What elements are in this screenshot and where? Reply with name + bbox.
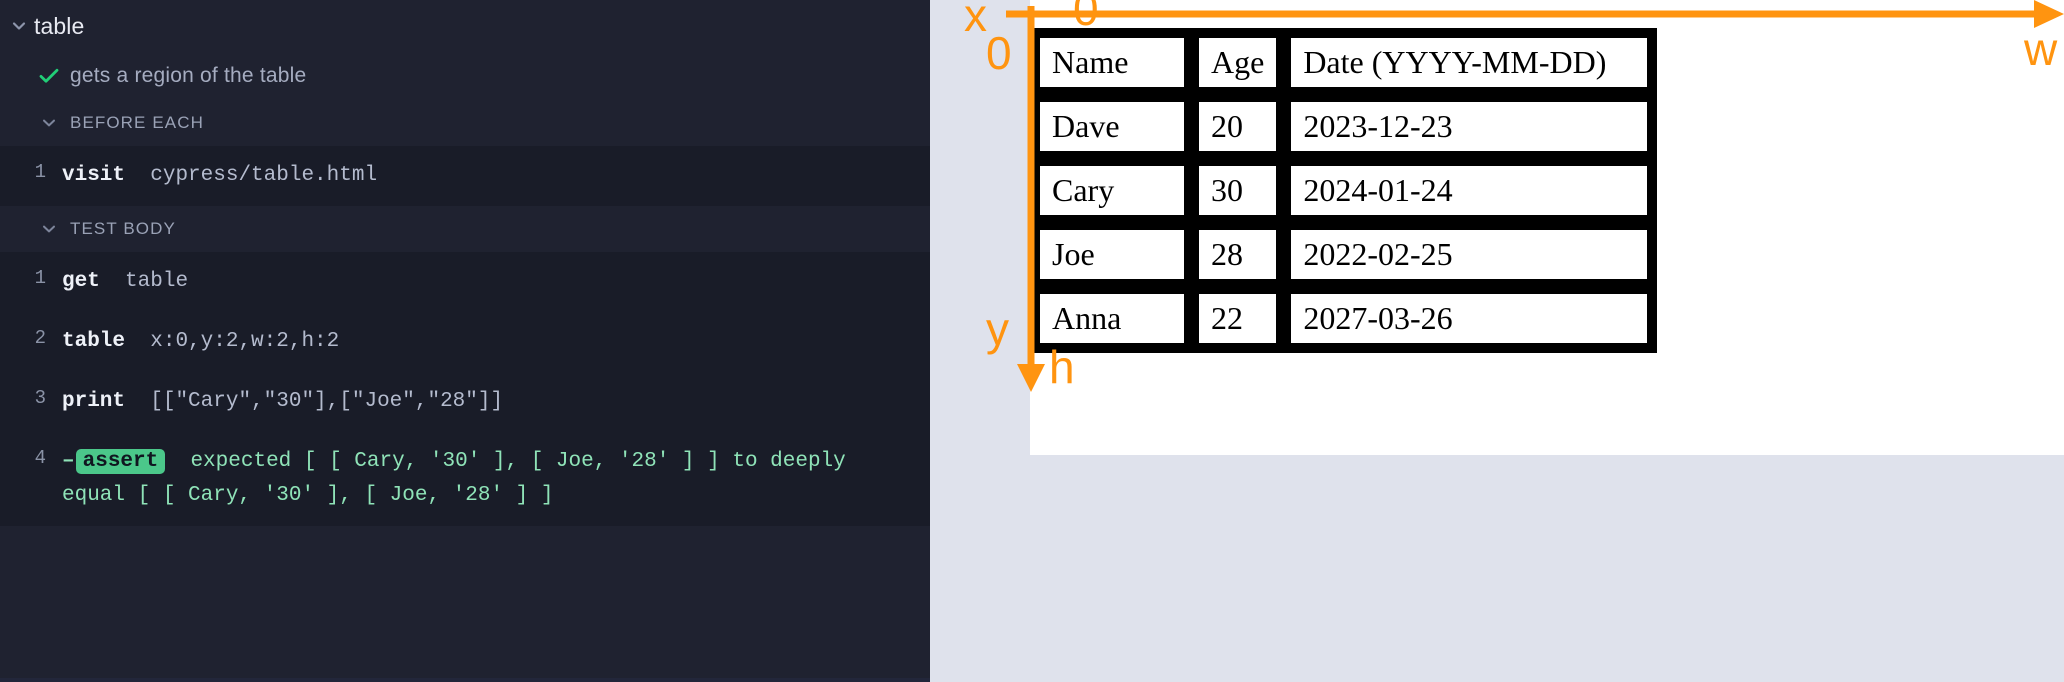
- table-header-row: Name Age Date (YYYY-MM-DD): [1035, 33, 1653, 92]
- command-row[interactable]: 3 print [["Cary","30"],["Joe","28"]]: [0, 372, 930, 432]
- command-args: cypress/table.html: [150, 164, 378, 187]
- command-name: table: [62, 330, 126, 353]
- hook-label: TEST BODY: [70, 219, 176, 238]
- command-row[interactable]: 1 visit cypress/table.html: [0, 146, 930, 206]
- x-origin-label: 0: [986, 27, 1012, 79]
- table-row: Joe 28 2022-02-25: [1035, 225, 1653, 284]
- x-axis-label: x: [964, 0, 987, 41]
- command-args: [["Cary","30"],["Joe","28"]]: [150, 390, 504, 413]
- command-name: get: [62, 270, 100, 293]
- table-header-cell: Age: [1194, 33, 1282, 92]
- table-cell-name: Dave: [1035, 97, 1189, 156]
- command-block-before-each: 1 visit cypress/table.html: [0, 146, 930, 206]
- hook-row-before-each[interactable]: BEFORE EACH: [0, 100, 930, 146]
- cypress-test-runner: table gets a region of the table BEFORE …: [0, 0, 2064, 682]
- chevron-down-icon[interactable]: [38, 221, 60, 237]
- table-header-cell: Name: [1035, 33, 1189, 92]
- table-cell-date: 2023-12-23: [1286, 97, 1653, 156]
- command-row[interactable]: 1 get table: [0, 252, 930, 312]
- app-viewport: Name Age Date (YYYY-MM-DD) Dave 20 2023-…: [1030, 0, 2064, 455]
- data-table: Name Age Date (YYYY-MM-DD) Dave 20 2023-…: [1030, 28, 1658, 353]
- y-axis-label: y: [986, 303, 1009, 355]
- chevron-down-icon[interactable]: [6, 13, 32, 39]
- command-number: 3: [34, 387, 46, 409]
- table-cell-age: 22: [1194, 289, 1282, 348]
- command-name: visit: [62, 164, 126, 187]
- log-panel-footer: [0, 678, 930, 682]
- check-icon: [38, 68, 60, 84]
- assert-badge: assert: [75, 449, 166, 474]
- hook-label: BEFORE EACH: [70, 113, 204, 132]
- table-cell-name: Cary: [1035, 161, 1189, 220]
- table-header-cell: Date (YYYY-MM-DD): [1286, 33, 1653, 92]
- hook-row-test-body[interactable]: TEST BODY: [0, 206, 930, 252]
- table-cell-name: Anna: [1035, 289, 1189, 348]
- command-number: 1: [34, 161, 46, 183]
- table-cell-age: 28: [1194, 225, 1282, 284]
- table-cell-date: 2024-01-24: [1286, 161, 1653, 220]
- table-cell-age: 30: [1194, 161, 1282, 220]
- command-number: 1: [34, 267, 46, 289]
- table-cell-date: 2022-02-25: [1286, 225, 1653, 284]
- suite-title: table: [34, 12, 85, 39]
- assert-dash: –: [62, 450, 75, 473]
- test-title: gets a region of the table: [70, 64, 307, 87]
- app-preview-panel: Name Age Date (YYYY-MM-DD) Dave 20 2023-…: [930, 0, 2064, 682]
- suite-row[interactable]: table: [0, 0, 930, 52]
- table-cell-name: Joe: [1035, 225, 1189, 284]
- test-row[interactable]: gets a region of the table: [0, 52, 930, 100]
- table-row: Dave 20 2023-12-23: [1035, 97, 1653, 156]
- table-cell-date: 2027-03-26: [1286, 289, 1653, 348]
- command-number: 4: [34, 447, 46, 469]
- command-name: print: [62, 390, 126, 413]
- command-args: x:0,y:2,w:2,h:2: [150, 330, 340, 353]
- command-args: table: [125, 270, 189, 293]
- command-number: 2: [34, 327, 46, 349]
- table-cell-age: 20: [1194, 97, 1282, 156]
- assertion-row[interactable]: 4 – assert expected [ [ Cary, '30' ], [ J…: [0, 432, 930, 526]
- command-log-panel: table gets a region of the table BEFORE …: [0, 0, 930, 682]
- command-row[interactable]: 2 table x:0,y:2,w:2,h:2: [0, 312, 930, 372]
- table-row: Cary 30 2024-01-24: [1035, 161, 1653, 220]
- table-row: Anna 22 2027-03-26: [1035, 289, 1653, 348]
- command-block-test-body: 1 get table 2 table x:0,y:2,w:2,h:2 3 pr…: [0, 252, 930, 526]
- chevron-down-icon[interactable]: [38, 115, 60, 131]
